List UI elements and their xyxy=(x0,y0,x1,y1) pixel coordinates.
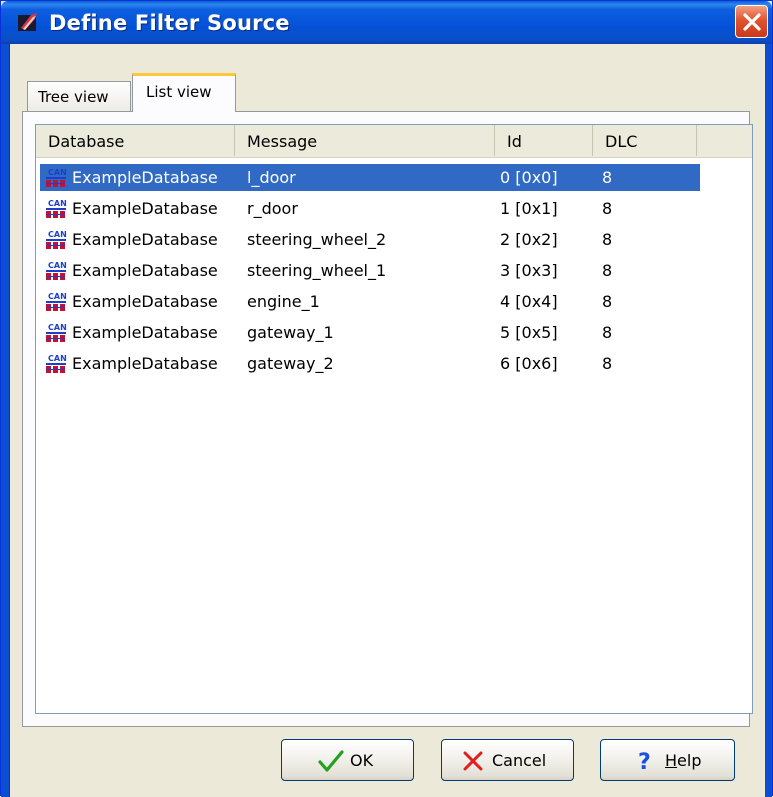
cell-database: ExampleDatabase xyxy=(72,230,218,249)
column-header-id[interactable]: Id xyxy=(495,125,593,156)
svg-text:CAN: CAN xyxy=(48,292,67,301)
title-bar[interactable]: Define Filter Source xyxy=(1,1,772,44)
list-item[interactable]: CAN ExampleDatabase engine_1 4 [0x4] 8 xyxy=(40,288,700,315)
svg-text:CAN: CAN xyxy=(48,168,67,177)
cell-message: gateway_1 xyxy=(247,323,334,342)
cell-message: gateway_2 xyxy=(247,354,334,373)
message-list[interactable]: Database Message Id DLC CAN ExampleDataba… xyxy=(35,124,753,714)
list-item[interactable]: CAN ExampleDatabase l_door 0 [0x0] 8 xyxy=(40,164,700,191)
cell-message: steering_wheel_2 xyxy=(247,230,387,249)
cell-id: 6 [0x6] xyxy=(500,354,558,373)
cell-id: 5 [0x5] xyxy=(500,323,558,342)
tab-label: Tree view xyxy=(38,88,109,106)
list-item[interactable]: CAN ExampleDatabase gateway_1 5 [0x5] 8 xyxy=(40,319,700,346)
column-header-message[interactable]: Message xyxy=(235,125,495,156)
cell-dlc: 8 xyxy=(602,168,613,187)
dialog-window: Define Filter Source Tree view List view… xyxy=(0,0,773,797)
svg-text:CAN: CAN xyxy=(48,261,67,270)
svg-text:CAN: CAN xyxy=(48,199,67,208)
help-button[interactable]: ? Help xyxy=(600,739,735,781)
ok-label: OK xyxy=(350,751,374,770)
cell-database: ExampleDatabase xyxy=(72,168,218,187)
cell-message: engine_1 xyxy=(247,292,320,311)
cell-database: ExampleDatabase xyxy=(72,323,218,342)
app-icon xyxy=(18,13,37,31)
cell-id: 2 [0x2] xyxy=(500,230,558,249)
column-header-dlc[interactable]: DLC xyxy=(593,125,697,156)
list-item[interactable]: CAN ExampleDatabase steering_wheel_1 3 [0x3… xyxy=(40,257,700,284)
cell-dlc: 8 xyxy=(602,199,613,218)
cancel-label: Cancel xyxy=(492,751,547,770)
cell-dlc: 8 xyxy=(602,323,613,342)
cell-database: ExampleDatabase xyxy=(72,292,218,311)
can-database-icon: CAN xyxy=(46,292,67,311)
svg-text:CAN: CAN xyxy=(48,230,67,239)
tab-tree-view[interactable]: Tree view xyxy=(27,81,131,111)
cell-id: 0 [0x0] xyxy=(500,168,558,187)
checkmark-icon xyxy=(318,750,344,772)
question-icon: ? xyxy=(638,750,651,774)
cell-id: 4 [0x4] xyxy=(500,292,558,311)
column-header-database[interactable]: Database xyxy=(36,125,235,156)
tab-list-view[interactable]: List view xyxy=(132,73,236,112)
cell-dlc: 8 xyxy=(602,354,613,373)
ok-button[interactable]: OK xyxy=(281,739,414,781)
window-border-left xyxy=(1,44,9,797)
cell-dlc: 8 xyxy=(602,292,613,311)
svg-text:CAN: CAN xyxy=(48,323,67,332)
list-header: Database Message Id DLC xyxy=(36,125,752,158)
cell-id: 1 [0x1] xyxy=(500,199,558,218)
tab-label: List view xyxy=(146,83,212,101)
can-database-icon: CAN xyxy=(46,354,67,373)
list-item[interactable]: CAN ExampleDatabase steering_wheel_2 2 [0x2… xyxy=(40,226,700,253)
svg-text:CAN: CAN xyxy=(48,354,67,363)
cancel-button[interactable]: Cancel xyxy=(441,739,574,781)
can-database-icon: CAN xyxy=(46,230,67,249)
cell-id: 3 [0x3] xyxy=(500,261,558,280)
cell-dlc: 8 xyxy=(602,230,613,249)
list-item[interactable]: CAN ExampleDatabase gateway_2 6 [0x6] 8 xyxy=(40,350,700,377)
can-database-icon: CAN xyxy=(46,323,67,342)
cell-database: ExampleDatabase xyxy=(72,261,218,280)
cell-database: ExampleDatabase xyxy=(72,354,218,373)
close-button[interactable] xyxy=(735,5,768,38)
can-database-icon: CAN xyxy=(46,261,67,280)
can-database-icon: CAN xyxy=(46,168,67,187)
column-header-filler xyxy=(697,125,752,156)
help-label-rest: elp xyxy=(677,751,702,770)
help-hotkey: H xyxy=(665,751,678,770)
help-label: Help xyxy=(665,751,701,770)
cell-message: r_door xyxy=(247,199,298,218)
can-database-icon: CAN xyxy=(46,199,67,218)
cell-message: l_door xyxy=(247,168,296,187)
close-icon xyxy=(743,13,761,31)
x-icon xyxy=(463,751,483,771)
cell-message: steering_wheel_1 xyxy=(247,261,387,280)
cell-database: ExampleDatabase xyxy=(72,199,218,218)
list-item[interactable]: CAN ExampleDatabase r_door 1 [0x1] 8 xyxy=(40,195,700,222)
window-title: Define Filter Source xyxy=(49,11,290,35)
cell-dlc: 8 xyxy=(602,261,613,280)
svg-text:?: ? xyxy=(638,750,651,774)
